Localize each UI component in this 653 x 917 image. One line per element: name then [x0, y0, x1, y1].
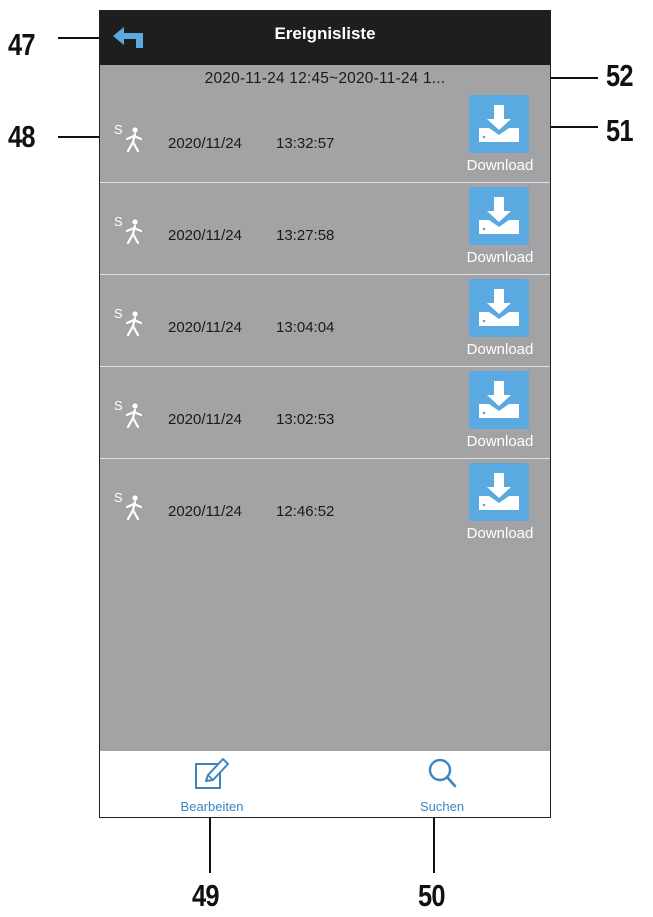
edit-icon [195, 758, 229, 789]
callout-48: 48 [8, 119, 35, 154]
download-label: Download [466, 157, 534, 174]
search-icon [428, 758, 457, 788]
event-row[interactable]: S 2020/11/24 12:46:52 Download [100, 459, 550, 550]
event-list: S 2020/11/24 13:32:57 Download S 2020/11… [100, 91, 550, 550]
download-button[interactable]: Download [460, 185, 540, 271]
event-row[interactable]: S 2020/11/24 13:02:53 Download [100, 367, 550, 459]
event-date: 2020/11/24 [168, 227, 242, 244]
event-row[interactable]: S 2020/11/24 13:32:57 Download [100, 91, 550, 183]
callout-51: 51 [606, 113, 633, 148]
event-date: 2020/11/24 [168, 319, 242, 336]
download-icon [469, 371, 529, 429]
callout-52: 52 [606, 58, 633, 93]
download-icon [469, 279, 529, 337]
download-button[interactable]: Download [460, 93, 540, 179]
event-time: 13:04:04 [276, 319, 335, 336]
title-bar: Ereignisliste [100, 11, 550, 65]
download-button[interactable]: Download [460, 461, 540, 547]
motion-icon-letter: S [114, 122, 123, 137]
event-time: 13:02:53 [276, 411, 335, 428]
callout-49: 49 [192, 878, 219, 913]
motion-detection-icon: S [112, 489, 148, 523]
motion-icon-letter: S [114, 398, 123, 413]
event-date: 2020/11/24 [168, 411, 242, 428]
phone-screen: Ereignisliste 2020-11-24 12:45~2020-11-2… [99, 10, 551, 818]
manual-illustration: 47 48 52 51 49 50 Ereignisliste 2020-11-… [0, 0, 653, 917]
motion-detection-icon: S [112, 121, 148, 155]
download-icon [469, 95, 529, 153]
motion-detection-icon: S [112, 305, 148, 339]
download-button[interactable]: Download [460, 369, 540, 455]
edit-label: Bearbeiten [180, 799, 244, 814]
callout-47: 47 [8, 27, 35, 62]
download-label: Download [466, 525, 534, 542]
download-label: Download [466, 341, 534, 358]
event-row[interactable]: S 2020/11/24 13:27:58 Download [100, 183, 550, 275]
download-button[interactable]: Download [460, 277, 540, 363]
event-row[interactable]: S 2020/11/24 13:04:04 Download [100, 275, 550, 367]
edit-button[interactable]: Bearbeiten [152, 751, 272, 817]
event-time: 13:27:58 [276, 227, 335, 244]
motion-icon-letter: S [114, 490, 123, 505]
download-label: Download [466, 249, 534, 266]
callout-50: 50 [418, 878, 445, 913]
download-icon [469, 187, 529, 245]
bottom-toolbar: Bearbeiten Suchen [100, 751, 550, 817]
event-time: 12:46:52 [276, 503, 335, 520]
page-title: Ereignisliste [274, 24, 376, 43]
motion-icon-letter: S [114, 214, 123, 229]
motion-detection-icon: S [112, 213, 148, 247]
motion-detection-icon: S [112, 397, 148, 431]
event-time: 13:32:57 [276, 135, 335, 152]
search-label: Suchen [419, 799, 465, 814]
callout-line-49 [209, 818, 211, 873]
motion-icon-letter: S [114, 306, 123, 321]
event-date: 2020/11/24 [168, 503, 242, 520]
download-icon [469, 463, 529, 521]
download-label: Download [466, 433, 534, 450]
event-date: 2020/11/24 [168, 135, 242, 152]
callout-line-50 [433, 818, 435, 873]
search-button[interactable]: Suchen [382, 751, 502, 817]
time-range-label[interactable]: 2020-11-24 12:45~2020-11-24 1... [100, 65, 550, 93]
